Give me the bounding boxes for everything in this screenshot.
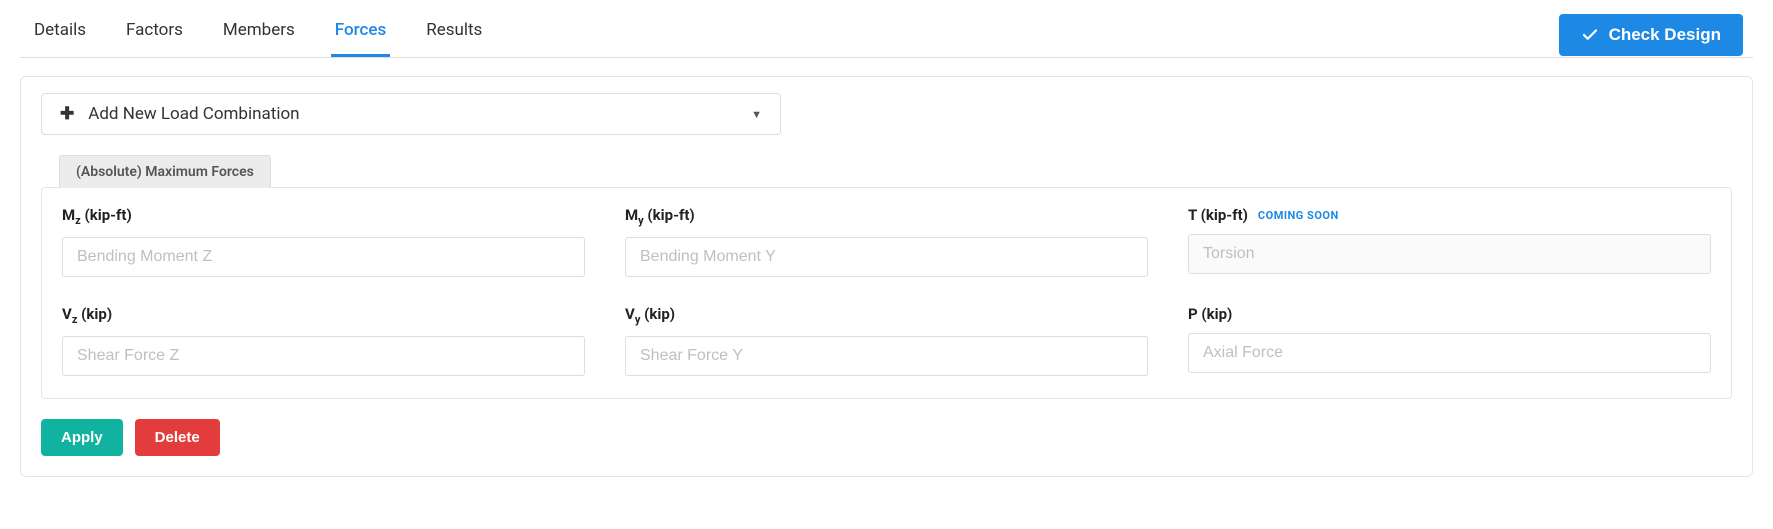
input-p[interactable]: [1188, 333, 1711, 373]
field-mz: Mz (kip-ft): [62, 206, 585, 277]
topbar: Details Factors Members Forces Results C…: [20, 0, 1753, 57]
label-vz: Vz (kip): [62, 305, 585, 326]
tab-details[interactable]: Details: [30, 12, 90, 57]
field-p: P (kip): [1188, 305, 1711, 376]
input-t: [1188, 234, 1711, 274]
label-my: My (kip-ft): [625, 206, 1148, 227]
label-p: P (kip): [1188, 305, 1711, 323]
check-icon: [1581, 26, 1599, 44]
input-my[interactable]: [625, 237, 1148, 277]
field-my: My (kip-ft): [625, 206, 1148, 277]
tab-members[interactable]: Members: [219, 12, 299, 57]
caret-down-icon: ▼: [751, 108, 762, 121]
input-vz[interactable]: [62, 336, 585, 376]
input-vy[interactable]: [625, 336, 1148, 376]
input-mz[interactable]: [62, 237, 585, 277]
plus-icon: ✚: [60, 104, 74, 124]
coming-soon-badge: COMING SOON: [1258, 209, 1339, 222]
action-buttons: Apply Delete: [41, 419, 1732, 456]
add-combo-label: Add New Load Combination: [88, 104, 299, 124]
forces-form: Mz (kip-ft) My (kip-ft) T (kip-ft) COMIN…: [41, 187, 1732, 399]
apply-button[interactable]: Apply: [41, 419, 123, 456]
add-load-combination-dropdown[interactable]: ✚ Add New Load Combination ▼: [41, 93, 781, 135]
label-mz: Mz (kip-ft): [62, 206, 585, 227]
check-design-button[interactable]: Check Design: [1559, 14, 1743, 56]
main-panel: ✚ Add New Load Combination ▼ (Absolute) …: [20, 76, 1753, 477]
field-vy: Vy (kip): [625, 305, 1148, 376]
check-design-label: Check Design: [1609, 25, 1721, 45]
main-tabs: Details Factors Members Forces Results: [30, 12, 486, 57]
tab-forces[interactable]: Forces: [331, 12, 390, 57]
delete-button[interactable]: Delete: [135, 419, 220, 456]
divider: [20, 57, 1753, 58]
subtab-max-forces[interactable]: (Absolute) Maximum Forces: [59, 155, 271, 188]
field-t: T (kip-ft) COMING SOON: [1188, 206, 1711, 277]
tab-results[interactable]: Results: [422, 12, 486, 57]
subtab-row: (Absolute) Maximum Forces: [59, 155, 1732, 188]
tab-factors[interactable]: Factors: [122, 12, 187, 57]
field-vz: Vz (kip): [62, 305, 585, 376]
label-vy: Vy (kip): [625, 305, 1148, 326]
label-t: T (kip-ft) COMING SOON: [1188, 206, 1711, 224]
